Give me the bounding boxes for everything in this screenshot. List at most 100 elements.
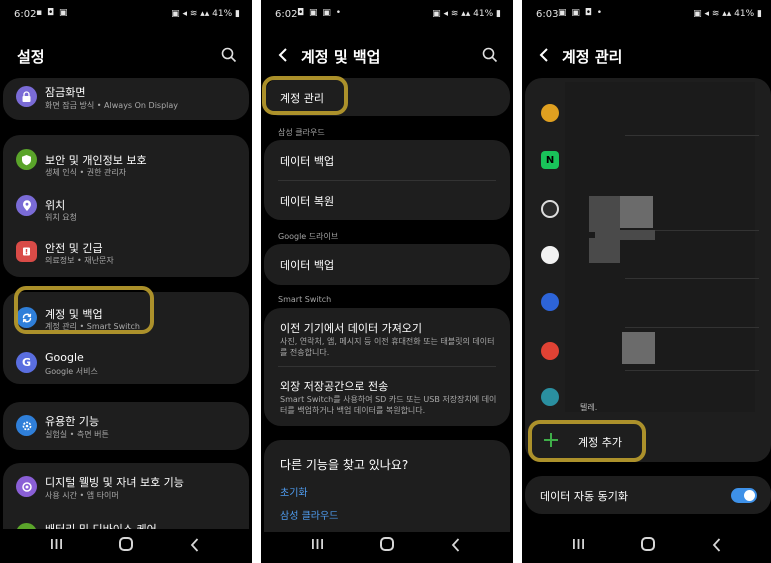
- page-title: 계정 관리: [562, 48, 623, 66]
- divider: [625, 278, 759, 279]
- status-battery: 41%: [212, 9, 233, 19]
- status-bar: 6:02 ▪ ◘ ▣ ▣ ◂ ≋ ▴▴ 41% ▮: [0, 0, 252, 28]
- samsung-backup-item[interactable]: 데이터 백업: [280, 153, 334, 169]
- app-bar: 계정 및 백업: [261, 36, 513, 76]
- recent-apps-icon[interactable]: [572, 538, 585, 550]
- status-time: 6:02: [14, 9, 37, 20]
- settings-item-battery[interactable]: 배터리 및 디바이스 케어: [3, 515, 249, 529]
- teal-round-app-icon: [541, 388, 559, 406]
- status-battery: 41%: [473, 9, 494, 19]
- google-drive-card: 데이터 백업: [264, 244, 510, 285]
- app-bar: 계정 관리: [522, 36, 771, 76]
- settings-item-lockscreen[interactable]: 잠금화면 화면 잠금 방식 • Always On Display: [3, 78, 249, 120]
- auto-sync-label: 데이터 자동 동기화: [540, 490, 628, 503]
- section-samsung-cloud: 삼성 클라우드: [278, 128, 325, 137]
- highlight-accounts-backup: [14, 286, 154, 334]
- redacted-block: [620, 196, 653, 228]
- notification-icons: ◘ ▣ ▣ •: [297, 8, 343, 18]
- auto-sync-card: 데이터 자동 동기화: [525, 476, 771, 514]
- battery-icon: ▮: [754, 9, 762, 19]
- signal-icons: ▣ ◂ ≋ ▴▴: [693, 9, 735, 19]
- settings-item-title: Google: [45, 351, 84, 364]
- settings-item-location[interactable]: 위치 위치 요청: [3, 187, 249, 227]
- redacted-block: [595, 230, 655, 240]
- navigation-bar: [0, 528, 252, 563]
- status-battery: 41%: [734, 9, 755, 19]
- auto-sync-toggle[interactable]: [731, 488, 757, 503]
- external-title: 외장 저장공간으로 전송: [280, 380, 389, 393]
- home-icon[interactable]: [119, 537, 133, 551]
- settings-item-subtitle: Google 서비스: [45, 367, 98, 376]
- status-time: 6:03: [536, 9, 559, 20]
- settings-item-subtitle: 생체 인식 • 권한 관리자: [45, 168, 127, 177]
- settings-screen: 6:02 ▪ ◘ ▣ ▣ ◂ ≋ ▴▴ 41% ▮ 설정 잠금화면 화면 잠금 …: [0, 0, 252, 563]
- location-pin-icon: [16, 195, 37, 216]
- divider: [625, 135, 759, 136]
- samsung-cloud-link[interactable]: 삼성 클라우드: [280, 507, 338, 522]
- notification-icons: ▣ ▣ ◘ •: [558, 8, 604, 18]
- more-features-title: 다른 기능을 찾고 있나요?: [280, 458, 409, 472]
- settings-item-subtitle: 사용 시간 • 앱 타이머: [45, 491, 119, 500]
- samsung-restore-item[interactable]: 데이터 복원: [280, 193, 334, 209]
- home-icon[interactable]: [641, 537, 655, 551]
- page-title: 계정 및 백업: [301, 48, 381, 66]
- status-bar: 6:03 ▣ ▣ ◘ • ▣ ◂ ≋ ▴▴ 41% ▮: [522, 0, 771, 28]
- home-icon[interactable]: [380, 537, 394, 551]
- more-features-card: 다른 기능을 찾고 있나요? 초기화 삼성 클라우드: [264, 440, 510, 532]
- accounts-list-card: N 텔레. 계정 추가: [525, 78, 771, 462]
- highlight-account-manage: [262, 76, 348, 115]
- settings-item-subtitle: 화면 잠금 방식 • Always On Display: [45, 101, 179, 110]
- settings-item-security[interactable]: 보안 및 개인정보 보호 생체 인식 • 권한 관리자: [3, 141, 249, 181]
- back-arrow-icon[interactable]: [536, 45, 552, 65]
- settings-item-title: 보안 및 개인정보 보호: [45, 154, 147, 167]
- samsung-cloud-card: 데이터 백업 데이터 복원: [264, 140, 510, 220]
- reset-link[interactable]: 초기화: [280, 484, 308, 499]
- settings-item-google[interactable]: G Google Google 서비스: [3, 342, 249, 382]
- battery-icon: ▮: [493, 9, 501, 19]
- lock-icon: [16, 86, 37, 107]
- navigation-bar: [261, 528, 513, 563]
- emergency-icon: [16, 241, 37, 262]
- blue-round-app-icon: [541, 293, 559, 311]
- partial-account-label: 텔레.: [580, 403, 598, 412]
- settings-item-title: 위치: [45, 199, 66, 212]
- import-description: 사진, 연락처, 앱, 메시지 등 이전 휴대전화 또는 태블릿의 데이터를 전…: [280, 337, 495, 357]
- back-arrow-icon[interactable]: [275, 45, 291, 65]
- settings-item-safety[interactable]: 안전 및 긴급 의료정보 • 재난문자: [3, 233, 249, 273]
- settings-card-advanced: 유용한 기능 실험실 • 측면 버튼: [3, 402, 249, 450]
- section-smart-switch: Smart Switch: [278, 295, 332, 304]
- google-backup-item[interactable]: 데이터 백업: [280, 257, 334, 273]
- status-right: ▣ ◂ ≋ ▴▴ 41% ▮: [171, 9, 240, 19]
- settings-item-title: 유용한 기능: [45, 415, 100, 428]
- naver-n-icon: N: [541, 151, 559, 169]
- import-title: 이전 기기에서 데이터 가져오기: [280, 322, 423, 335]
- redacted-block: [589, 238, 620, 263]
- divider: [625, 370, 759, 371]
- smart-switch-card: 이전 기기에서 데이터 가져오기 사진, 연락처, 앱, 메시지 등 이전 휴대…: [264, 308, 510, 426]
- navigation-bar: [522, 528, 771, 563]
- section-google-drive: Google 드라이브: [278, 232, 339, 241]
- settings-item-advanced[interactable]: 유용한 기능 실험실 • 측면 버튼: [3, 402, 249, 450]
- red-round-app-icon: [541, 342, 559, 360]
- page-title: 설정: [17, 48, 45, 66]
- back-nav-icon[interactable]: [711, 537, 723, 553]
- settings-item-wellbeing[interactable]: 디지털 웰빙 및 자녀 보호 기능 사용 시간 • 앱 타이머: [3, 463, 249, 507]
- search-icon[interactable]: [220, 46, 238, 64]
- google-g-icon: G: [16, 352, 37, 373]
- accounts-backup-screen: 6:02 ◘ ▣ ▣ • ▣ ◂ ≋ ▴▴ 41% ▮ 계정 및 백업 계정 관…: [261, 0, 513, 563]
- recent-apps-icon[interactable]: [311, 538, 324, 550]
- recent-apps-icon[interactable]: [50, 538, 63, 550]
- status-right: ▣ ◂ ≋ ▴▴ 41% ▮: [693, 9, 762, 19]
- white-round-app-icon: [541, 246, 559, 264]
- redacted-block: [589, 196, 620, 232]
- back-nav-icon[interactable]: [189, 537, 201, 553]
- wellbeing-icon: [16, 476, 37, 497]
- back-nav-icon[interactable]: [450, 537, 462, 553]
- dark-round-app-icon: [541, 200, 559, 218]
- redacted-block: [622, 332, 655, 364]
- gear-plus-icon: [16, 415, 37, 436]
- settings-card-wellbeing: 디지털 웰빙 및 자녀 보호 기능 사용 시간 • 앱 타이머 배터리 및 디바…: [3, 463, 249, 529]
- settings-item-title: 잠금화면: [45, 86, 86, 99]
- notification-icons: ▪ ◘ ▣: [36, 8, 69, 18]
- search-icon[interactable]: [481, 46, 499, 64]
